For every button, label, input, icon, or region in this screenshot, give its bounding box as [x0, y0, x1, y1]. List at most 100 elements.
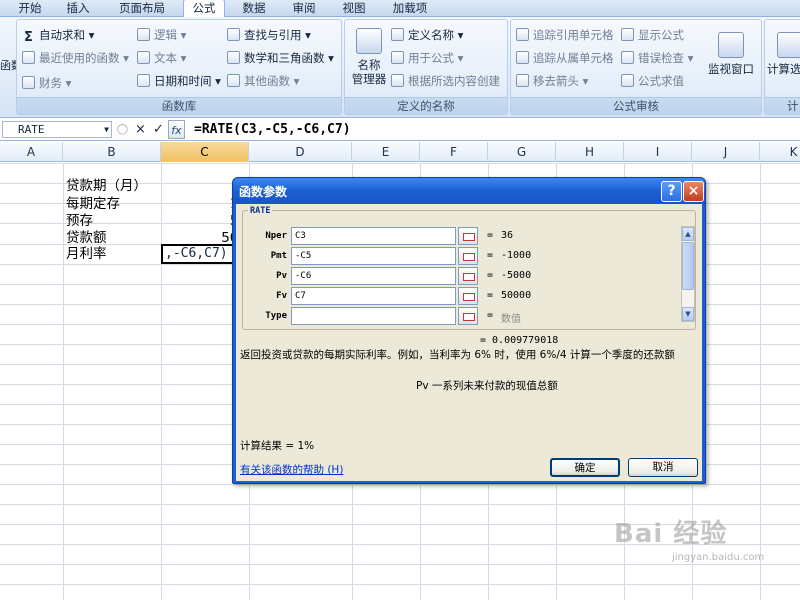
- collapse-dialog-icon[interactable]: [458, 267, 478, 285]
- formula-bar: RATE ▼ ◯ × ✓ fx =RATE(C3,-C5,-C6,C7): [0, 119, 800, 141]
- tab-insert[interactable]: 插入: [58, 0, 98, 17]
- function-help-link[interactable]: 有关该函数的帮助 (H): [240, 462, 343, 477]
- dialog-titlebar[interactable]: 函数参数 ? ×: [233, 178, 705, 204]
- lookup-reference-button[interactable]: 查找与引用 ▾: [227, 26, 311, 44]
- column-header-a[interactable]: A: [0, 142, 63, 162]
- enter-formula-button[interactable]: ✓: [150, 120, 167, 139]
- cancel-button[interactable]: 取消: [628, 458, 698, 477]
- watermark-logo: Bai 经验: [614, 519, 728, 549]
- star-icon: [22, 51, 35, 64]
- collapse-dialog-icon[interactable]: [458, 247, 478, 265]
- name-manager-label: 名称 管理器: [351, 58, 387, 86]
- formula-input[interactable]: =RATE(C3,-C5,-C6,C7): [194, 121, 351, 139]
- function-description: 返回投资或贷款的每期实际利率。例如，当利率为 6% 时，使用 6%/4 计算一个…: [240, 349, 675, 361]
- column-header-j[interactable]: J: [692, 142, 760, 162]
- cell-b3[interactable]: 贷款期（月）: [66, 177, 147, 196]
- clock-icon: [137, 74, 150, 87]
- tab-formulas[interactable]: 公式: [183, 0, 225, 17]
- arg-label-pmt: Pmt: [270, 251, 287, 261]
- watch-window-button[interactable]: 监视窗口: [703, 32, 759, 76]
- arg-row-type: Type = 数值: [243, 307, 683, 327]
- arg-value-type: 数值: [501, 314, 521, 325]
- trace-dependents-button[interactable]: 追踪从属单元格: [516, 49, 614, 67]
- name-manager-icon: [356, 28, 382, 54]
- calculator-icon: [777, 32, 800, 58]
- logical-button[interactable]: 逻辑 ▾: [137, 26, 186, 44]
- column-header-e[interactable]: E: [352, 142, 420, 162]
- tab-addins[interactable]: 加载项: [386, 0, 434, 17]
- arg-row-fv: Fv C7 = 50000: [243, 287, 683, 307]
- equals-sign: =: [487, 250, 494, 261]
- date-time-button[interactable]: 日期和时间 ▾: [137, 72, 221, 90]
- arg-input-fv[interactable]: C7: [291, 287, 456, 305]
- tab-review[interactable]: 审阅: [284, 0, 324, 17]
- show-formulas-icon: [621, 28, 634, 41]
- scroll-up-icon[interactable]: ▲: [682, 227, 694, 241]
- show-formulas-button[interactable]: 显示公式: [621, 26, 684, 44]
- help-icon[interactable]: ?: [661, 181, 682, 202]
- group-calculation: 计算选项 计: [764, 19, 800, 115]
- recent-functions-button[interactable]: 最近使用的函数 ▾: [22, 49, 129, 67]
- column-header-d[interactable]: D: [249, 142, 352, 162]
- remove-arrows-button[interactable]: 移去箭头 ▾: [516, 72, 588, 90]
- equals-sign: =: [487, 270, 494, 281]
- close-icon[interactable]: ×: [683, 181, 704, 202]
- magnifier-book-icon: [227, 28, 240, 41]
- ok-button[interactable]: 确定: [550, 458, 620, 477]
- more-book-icon: [227, 74, 240, 87]
- scroll-down-icon[interactable]: ▼: [682, 307, 694, 321]
- arg-row-pv: Pv -C6 = -5000: [243, 267, 683, 287]
- trace-precedents-button[interactable]: 追踪引用单元格: [516, 26, 614, 44]
- trace-dependents-icon: [516, 51, 529, 64]
- financial-button[interactable]: 财务 ▾: [22, 74, 71, 92]
- arg-label-nper: Nper: [265, 231, 287, 241]
- collapse-dialog-icon[interactable]: [458, 227, 478, 245]
- column-header-h[interactable]: H: [556, 142, 624, 162]
- text-button[interactable]: 文本 ▾: [137, 49, 186, 67]
- collapse-dialog-icon[interactable]: [458, 307, 478, 325]
- column-header-b[interactable]: B: [63, 142, 161, 162]
- coin-icon: [22, 76, 35, 89]
- cell-b7[interactable]: 月利率: [66, 245, 107, 264]
- column-header-c[interactable]: C: [161, 142, 249, 162]
- chevron-down-icon[interactable]: ▼: [104, 122, 109, 137]
- evaluate-formula-button[interactable]: 公式求值: [621, 72, 684, 90]
- column-header-i[interactable]: I: [624, 142, 692, 162]
- autosum-button[interactable]: Σ 自动求和 ▾: [22, 26, 94, 44]
- column-header-g[interactable]: G: [488, 142, 556, 162]
- watermark-url: jingyan.baidu.com: [672, 552, 765, 563]
- define-name-button[interactable]: 定义名称 ▾: [391, 26, 463, 44]
- arg-input-type[interactable]: [291, 307, 456, 325]
- grid-line: [0, 484, 800, 485]
- arg-input-pmt[interactable]: -C5: [291, 247, 456, 265]
- formula-pen-icon: [391, 51, 404, 64]
- cancel-formula-button[interactable]: ×: [132, 120, 149, 139]
- arg-value-pv: -5000: [501, 270, 532, 281]
- arg-input-nper[interactable]: C3: [291, 227, 456, 245]
- use-in-formula-button[interactable]: 用于公式 ▾: [391, 49, 463, 67]
- tab-view[interactable]: 视图: [334, 0, 374, 17]
- scroll-thumb[interactable]: [682, 242, 694, 290]
- insert-function-button[interactable]: fx: [168, 120, 185, 139]
- grid-line: [0, 163, 800, 164]
- calc-options-button[interactable]: 计算选项: [765, 32, 800, 76]
- more-functions-button[interactable]: 其他函数 ▾: [227, 72, 299, 90]
- collapse-dialog-icon[interactable]: [458, 287, 478, 305]
- name-box[interactable]: RATE ▼: [2, 121, 112, 138]
- tab-page-layout[interactable]: 页面布局: [110, 0, 174, 17]
- tab-data[interactable]: 数据: [234, 0, 274, 17]
- error-checking-button[interactable]: 错误检查 ▾: [621, 49, 693, 67]
- arg-input-pv[interactable]: -C6: [291, 267, 456, 285]
- error-check-icon: [621, 51, 634, 64]
- tag-icon: [391, 28, 404, 41]
- arguments-scrollbar[interactable]: ▲ ▼: [681, 226, 695, 322]
- watermark: Bai 经验 jingyan.baidu.com: [614, 513, 794, 579]
- tab-home[interactable]: 开始: [10, 0, 50, 17]
- create-from-selection-button[interactable]: 根据所选内容创建: [391, 72, 500, 90]
- argument-description: Pv 一系列未来付款的现值总额: [416, 380, 558, 392]
- group-formula-auditing: 追踪引用单元格 追踪从属单元格 移去箭头 ▾ 显示公式 错误检查 ▾ 公式求值 …: [510, 19, 762, 115]
- column-header-k[interactable]: K: [760, 142, 800, 162]
- column-header-f[interactable]: F: [420, 142, 488, 162]
- name-manager-button[interactable]: 名称 管理器: [347, 28, 391, 86]
- math-trig-button[interactable]: 数学和三角函数 ▾: [227, 49, 334, 67]
